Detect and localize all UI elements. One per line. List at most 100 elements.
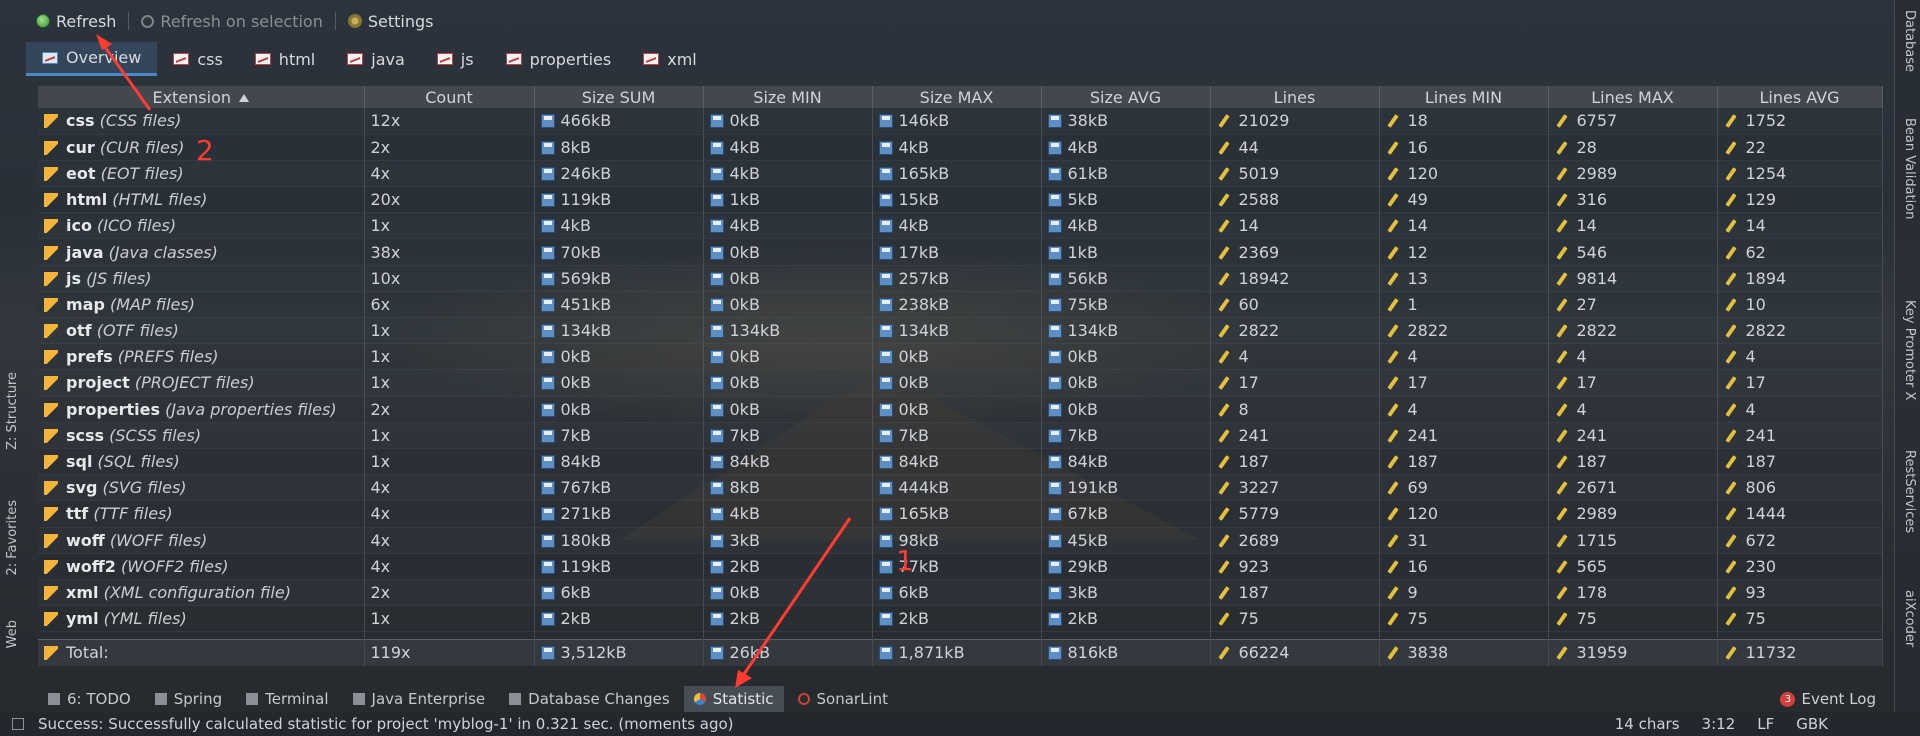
cell-extension: xml (XML configuration file) [38,579,365,607]
line-separator[interactable]: LF [1757,715,1774,733]
table-row[interactable]: cur (CUR files) 2x 8kB 4kB 4kB 4kB 44 16 28 22 [38,134,1883,161]
table-row[interactable]: project (PROJECT files) 1x 0kB 0kB 0kB 0kB 17 1… [38,369,1883,397]
disk-icon [540,376,555,391]
cell-value: 1x [370,425,391,445]
table-row[interactable]: properties (Java properties files) 2x 0kB 0… [38,396,1883,423]
tool-tab-statistic[interactable]: Statistic [683,686,784,712]
cell-value: 120 [1407,163,1439,183]
column-header[interactable]: Lines [1210,86,1380,108]
column-header[interactable]: Size MAX [872,86,1042,108]
refresh-on-selection-button[interactable]: Refresh on selection [135,10,328,33]
refresh-on-selection-label: Refresh on selection [160,11,323,31]
pencil-icon [1217,481,1231,495]
tool-tab-java-enterprise[interactable]: Java Enterprise [343,686,496,712]
pencil-icon [1386,219,1400,233]
table-row[interactable]: html (HTML files) 20x 119kB 1kB 15kB 5kB 2588 4… [38,186,1883,214]
tab-html[interactable]: html [239,42,331,76]
cell-lines-avg: 17 [1717,369,1883,397]
pencil-icon [1724,376,1738,390]
description-text: JS files [92,268,146,288]
table-row[interactable]: scss (SCSS files) 1x 7kB 7kB 7kB 7kB 241 241 241… [38,422,1883,449]
refresh-button[interactable]: Refresh [30,10,122,33]
table-row[interactable]: ico (ICO files) 1x 4kB 4kB 4kB 4kB 14 14 14 14 [38,212,1883,240]
cell-size-avg: 7kB [1041,422,1211,449]
tab-css[interactable]: css [157,42,238,76]
tab-rest-services[interactable]: RestServices [1902,450,1917,533]
pencil-icon [1724,324,1738,338]
disk-icon [540,166,555,181]
tab-database[interactable]: Database [1902,10,1917,72]
column-header[interactable]: Size MIN [703,86,873,108]
tool-window-toggle-icon[interactable] [12,718,24,730]
pencil-icon [1724,586,1738,600]
table-row[interactable]: woff (WOFF files) 4x 180kB 3kB 98kB 45kB 2689 3… [38,527,1883,554]
cell-value: 230 [1745,556,1777,576]
table-row[interactable]: js (JS files) 10x 569kB 0kB 257kB 56kB 18942 13… [38,265,1883,292]
column-header[interactable]: Size AVG [1041,86,1211,108]
tool-tab-todo[interactable]: 6: TODO [38,686,141,712]
cell-count: 4x [364,160,535,188]
tab-properties[interactable]: properties [490,42,628,76]
pencil-icon [1555,272,1569,286]
disk-icon [709,193,724,208]
tab-aixcoder[interactable]: aiXcoder [1902,590,1917,647]
tab-structure[interactable]: Z: Structure [5,372,20,450]
column-header[interactable]: Lines MIN [1379,86,1549,108]
table-row[interactable]: otf (OTF files) 1x 134kB 134kB 134kB 134kB 282… [38,317,1883,345]
toolbar-divider [334,12,336,30]
caret-position[interactable]: 3:12 [1702,715,1736,733]
description-text: SQL files [103,452,174,472]
left-tool-strip: Z: Structure 2: Favorites Web [0,0,26,686]
statistic-icon [693,693,706,705]
pencil-icon [1386,612,1400,626]
table-row[interactable]: xml (XML configuration file) 2x 6kB 0kB 6kB 3… [38,579,1883,607]
tool-tab-sonarlint[interactable]: SonarLint [788,686,898,712]
event-count-badge: 3 [1780,691,1796,707]
disk-icon [1047,324,1062,339]
settings-button[interactable]: Settings [342,10,440,33]
table-row[interactable]: svg (SVG files) 4x 767kB 8kB 444kB 191kB 3227 6… [38,474,1883,502]
tool-tab-spring[interactable]: Spring [145,686,232,712]
column-header[interactable]: Count [364,86,535,108]
tab-overview[interactable]: Overview [26,42,158,76]
cell-value: 565 [1576,556,1608,576]
tab-xml[interactable]: xml [627,42,713,76]
column-header[interactable]: Size SUM [534,86,704,108]
refresh-icon [36,14,50,28]
table-row[interactable]: map (MAP files) 6x 451kB 0kB 238kB 75kB 60 1 27 1… [38,291,1883,319]
table-row[interactable]: prefs (PREFS files) 1x 0kB 0kB 0kB 0kB 4 4 4 4 [38,343,1883,371]
cell-size-sum: 119kB [534,553,704,580]
tab-web[interactable]: Web [5,620,20,648]
table-row[interactable]: sql (SQL files) 1x 84kB 84kB 84kB 84kB 187 187 1… [38,448,1883,476]
pencil-icon [1217,586,1231,600]
tab-bean-validation[interactable]: Bean Validation [1902,118,1917,219]
tool-tab-database-changes[interactable]: Database Changes [499,686,680,712]
file-type-icon [44,428,58,443]
cell-size-avg: 75kB [1041,291,1211,319]
table-row[interactable]: ttf (TTF files) 4x 271kB 4kB 165kB 67kB 5779 12… [38,500,1883,528]
column-header[interactable]: Lines MAX [1548,86,1718,108]
table-row[interactable]: css (CSS files) 12x 466kB 0kB 146kB 38kB 21029… [38,108,1883,135]
tab-label: html [278,49,316,69]
tool-tab-terminal[interactable]: Terminal [236,686,338,712]
tab-java[interactable]: java [331,42,421,76]
cell-value: 0kB [560,399,591,419]
tab-js[interactable]: js [421,42,490,76]
table-row[interactable]: eot (EOT files) 4x 246kB 4kB 165kB 61kB 5019 12… [38,160,1883,188]
tab-key-promoter[interactable]: Key Promoter X [1902,300,1917,400]
cell-value: 767kB [560,478,612,498]
event-log-button[interactable]: 3 Event Log [1780,686,1876,712]
file-encoding[interactable]: GBK [1796,715,1828,733]
cell-size-min: 0kB [703,369,873,397]
column-header[interactable]: Extension [38,86,365,108]
cell-value: 4kB [729,216,760,236]
extension-description: (SQL files) [92,452,180,472]
table-row[interactable]: yml (YML files) 1x 2kB 2kB 2kB 2kB 75 75 75 75 [38,605,1883,633]
cell-size-min: 0kB [703,579,873,607]
cell-count: 4x [364,527,535,554]
table-row[interactable]: woff2 (WOFF2 files) 4x 119kB 2kB 77kB 29kB 923… [38,553,1883,580]
pencil-icon [1555,114,1569,128]
column-header[interactable]: Lines AVG [1717,86,1883,108]
table-row[interactable]: java (Java classes) 38x 70kB 0kB 17kB 1kB 2369… [38,238,1883,266]
tab-favorites[interactable]: 2: Favorites [5,500,20,576]
